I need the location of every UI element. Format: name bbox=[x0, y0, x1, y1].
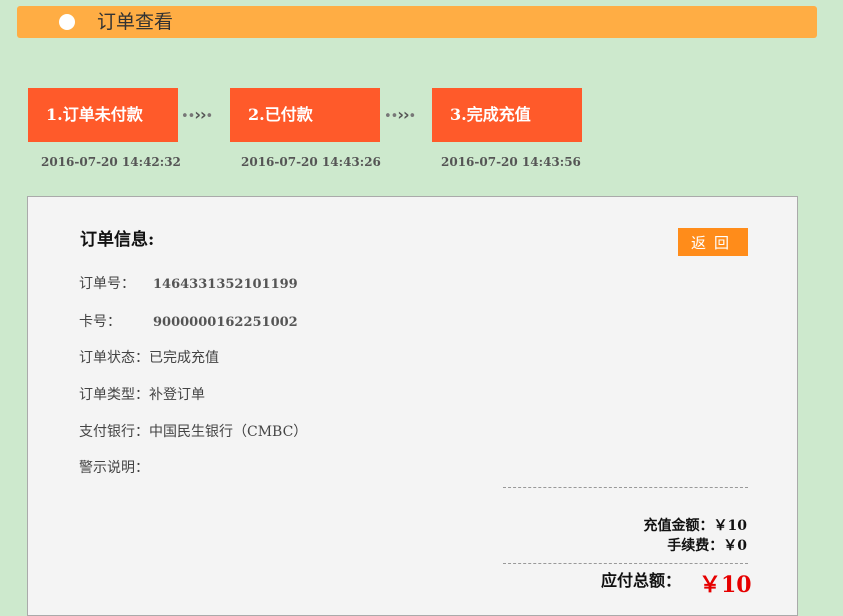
divider bbox=[503, 487, 748, 488]
order-no-value: 1464331352101199 bbox=[153, 277, 298, 292]
bank-label: 支付银行： bbox=[79, 424, 149, 440]
total-value: ￥10 bbox=[699, 572, 752, 598]
page-header: 订单查看 bbox=[17, 6, 817, 38]
warning-row: 警示说明： bbox=[79, 457, 149, 477]
card-no-label: 卡号： bbox=[79, 314, 121, 330]
type-value: 补登订单 bbox=[149, 387, 205, 403]
bank-row: 支付银行：中国民生银行（CMBC） bbox=[79, 421, 307, 441]
step-arrow-icon: ••››• bbox=[181, 105, 213, 124]
total-label: 应付总额： bbox=[601, 571, 682, 590]
divider bbox=[503, 563, 748, 564]
order-info-panel: 订单信息: 返回 订单号： 1464331352101199 卡号： 9000000… bbox=[27, 196, 798, 616]
step-1-time: 2016-07-20 14:42:32 bbox=[41, 155, 181, 169]
panel-title: 订单信息: bbox=[80, 230, 155, 250]
warning-label: 警示说明： bbox=[79, 460, 149, 476]
step-2: 2.已付款 bbox=[230, 88, 380, 142]
status-value: 已完成充值 bbox=[149, 350, 219, 366]
type-label: 订单类型： bbox=[79, 387, 149, 403]
step-1: 1.订单未付款 bbox=[28, 88, 178, 142]
step-3: 3.完成充值 bbox=[432, 88, 582, 142]
order-no-label: 订单号： bbox=[79, 276, 135, 292]
fee-amount: 手续费：￥0 bbox=[667, 538, 747, 554]
recharge-amount: 充值金额：￥10 bbox=[643, 518, 747, 534]
page-title: 订单查看 bbox=[97, 11, 174, 33]
card-no-value: 9000000162251002 bbox=[153, 315, 298, 330]
type-row: 订单类型：补登订单 bbox=[79, 384, 205, 404]
step-2-time: 2016-07-20 14:43:26 bbox=[241, 155, 381, 169]
status-label: 订单状态： bbox=[79, 350, 149, 366]
bank-value: 中国民生银行（CMBC） bbox=[149, 424, 308, 440]
bullet-icon bbox=[59, 14, 75, 30]
step-arrow-icon: ••››• bbox=[384, 105, 416, 124]
card-no-row: 卡号： 9000000162251002 bbox=[79, 311, 298, 331]
step-3-time: 2016-07-20 14:43:56 bbox=[441, 155, 581, 169]
back-button[interactable]: 返回 bbox=[678, 228, 748, 256]
status-row: 订单状态：已完成充值 bbox=[79, 347, 219, 367]
order-no-row: 订单号： 1464331352101199 bbox=[79, 273, 298, 293]
